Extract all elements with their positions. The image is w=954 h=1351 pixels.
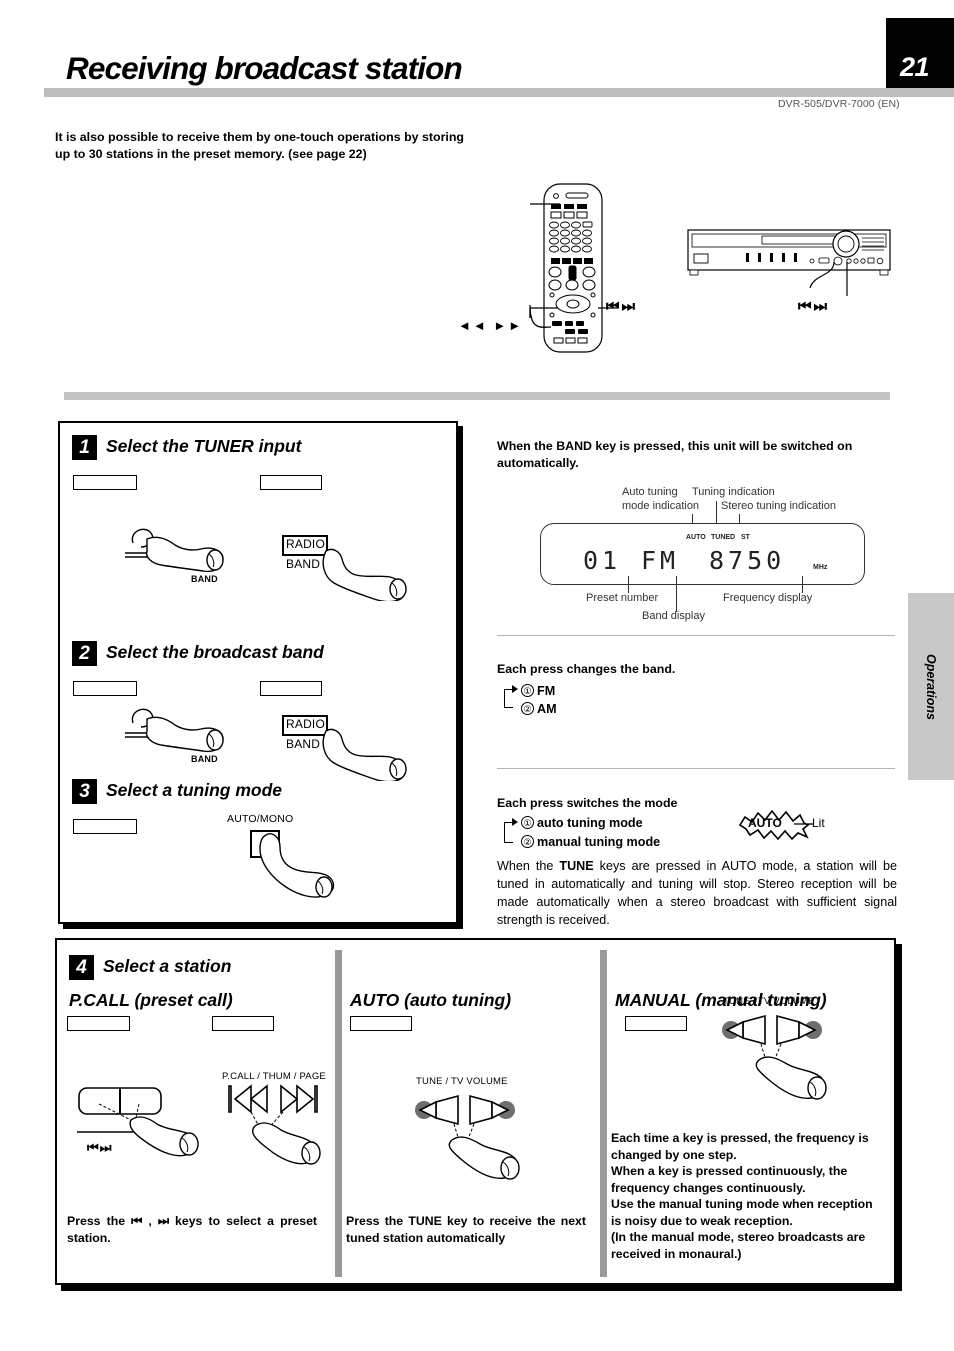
callout-frequency-display: Frequency display xyxy=(723,592,813,604)
intro-text: It is also possible to receive them by o… xyxy=(55,130,464,161)
unit-skip-arrows: ⏮⏭ xyxy=(798,298,830,315)
step-2-unit-key-art xyxy=(125,708,224,753)
display-band: FM xyxy=(641,546,680,575)
step-3-number: 3 xyxy=(72,779,97,804)
step-1-left-label xyxy=(73,475,137,490)
step-2-right-label xyxy=(260,681,322,696)
step-2-remote-hand-art xyxy=(322,728,407,781)
band-cycle-title: Each press changes the band. xyxy=(497,662,676,676)
step-3-remote-key-label: AUTO/MONO xyxy=(227,813,294,825)
step-3-heading: Select a tuning mode xyxy=(106,780,282,800)
band-cycle-item-1: ① FM xyxy=(521,684,555,698)
step-4-col1-label-right xyxy=(212,1016,274,1031)
divider-mode-section xyxy=(497,768,895,769)
page-number: 21 xyxy=(900,52,930,82)
band-cycle-num-1: ① xyxy=(521,684,534,697)
band-note: When the BAND key is pressed, this unit … xyxy=(497,439,853,470)
step-3-left-label xyxy=(73,819,137,834)
mode-cycle-label-1: auto tuning mode xyxy=(537,816,643,830)
step-4-col2-description: Press the TUNE key to receive the next t… xyxy=(346,1214,586,1245)
step-4-col2-label-left xyxy=(350,1016,412,1031)
step-2-heading: Select the broadcast band xyxy=(106,642,324,662)
callout-preset-number: Preset number xyxy=(586,592,659,604)
auto-indicator-state: Lit xyxy=(812,816,825,830)
step-1-unit-key-label: BAND xyxy=(191,574,218,584)
band-cycle-num-2: ② xyxy=(521,702,534,715)
front-panel-display: AUTO TUNED ST 01 FM 8750 MHz xyxy=(540,523,865,585)
step-4-col1-description: Press the ⏮ , ⏭ keys to select a preset … xyxy=(67,1214,317,1245)
mode-cycle-item-2: ② manual tuning mode xyxy=(521,835,660,849)
mode-cycle-label-2: manual tuning mode xyxy=(537,835,661,849)
mode-paragraph-pre: When the xyxy=(497,859,560,873)
step-1-number: 1 xyxy=(72,435,97,460)
callout-auto-tuning-line2: mode indication xyxy=(622,500,700,512)
step-3-hand-art xyxy=(259,833,335,898)
step-2-number: 2 xyxy=(72,641,97,666)
band-cycle-item-2: ② AM xyxy=(521,702,557,716)
step-4-col1-remote-key-label: P.CALL / THUM / PAGE xyxy=(222,1071,326,1082)
step-2-remote-key-label-band: BAND xyxy=(286,737,321,751)
remote-curve-leader xyxy=(529,305,552,328)
step-4-heading: Select a station xyxy=(103,956,232,976)
column-divider-2 xyxy=(600,950,607,1277)
manual-page: 21 Receiving broadcast station DVR-505/D… xyxy=(0,0,954,1351)
step-4-col3-description: Each time a key is pressed, the frequenc… xyxy=(611,1131,873,1261)
leader-band xyxy=(676,576,677,612)
step-1-heading: Select the TUNER input xyxy=(106,436,302,456)
remote-leader-lines xyxy=(529,203,560,318)
step-1-right-label xyxy=(260,475,322,490)
display-preset-number: 01 xyxy=(583,546,622,575)
callout-tuning-indication: Tuning indication xyxy=(692,486,775,498)
mode-cycle-num-2: ② xyxy=(521,835,534,848)
page-title: Receiving broadcast station xyxy=(66,50,463,86)
divider-band-section xyxy=(497,635,895,636)
step-4-col3-tune-key-art xyxy=(722,1014,827,1100)
section-divider xyxy=(64,392,890,400)
step-4-col1-unit-keys: ⏮⏭ xyxy=(87,1140,113,1155)
step-4-col3-remote-key-label: TUNE / TV VOLUME xyxy=(723,996,815,1007)
mode-cycle-title: Each press switches the mode xyxy=(497,796,678,810)
auto-indicator-label: AUTO xyxy=(748,816,782,830)
callout-stereo-tuning-indication: Stereo tuning indication xyxy=(721,500,836,512)
mode-cycle-item-1: ① auto tuning mode xyxy=(521,816,643,830)
mode-cycle-arrow xyxy=(512,818,518,826)
band-cycle-arrow xyxy=(512,685,518,693)
mode-paragraph: When the TUNE keys are pressed in AUTO m… xyxy=(497,857,897,929)
model-code: DVR-505/DVR-7000 (EN) xyxy=(778,98,900,110)
band-cycle-label-1: FM xyxy=(537,684,556,698)
step-4-col1-remote-key-art xyxy=(228,1084,321,1165)
step-4-col2-title: AUTO (auto tuning) xyxy=(350,990,512,1010)
mode-cycle-num-1: ① xyxy=(521,816,534,829)
mode-paragraph-bold: TUNE xyxy=(559,859,594,873)
step-2-unit-key-label: BAND xyxy=(191,754,218,764)
display-indicator-stereo: ST xyxy=(741,534,750,541)
step-2-left-label xyxy=(73,681,137,696)
callout-auto-tuning-line1: Auto tuning xyxy=(622,486,678,498)
remote-fast-arrows: ◄◄ ►► xyxy=(458,318,524,333)
callout-band-display: Band display xyxy=(642,610,705,622)
band-cycle-label-2: AM xyxy=(537,702,557,716)
step-4-col1-label-left xyxy=(67,1016,130,1031)
step-4-col1-title: P.CALL (preset call) xyxy=(69,990,233,1010)
display-frequency: 8750 xyxy=(709,546,786,575)
display-frequency-unit: MHz xyxy=(813,564,828,571)
step-4-col1-unit-key-art xyxy=(77,1087,199,1157)
step-4-col3-label-left xyxy=(625,1016,687,1031)
step-4-panel: 4 Select a station P.CALL (preset call) … xyxy=(55,938,896,1285)
steps-panel: 1 Select the TUNER input BAND RADIO BAND… xyxy=(58,421,458,924)
remote-skip-arrows: ⏮⏭ xyxy=(606,298,638,315)
step-1-remote-hand-art xyxy=(322,548,407,601)
step-1-unit-key-art xyxy=(125,528,224,573)
step-1-remote-key-label-band: BAND xyxy=(286,557,321,571)
title-divider xyxy=(44,88,954,97)
section-tab-label: Operations xyxy=(924,653,938,720)
step-4-col2-tune-key-art xyxy=(415,1094,520,1180)
display-indicator-tuned: TUNED xyxy=(711,534,736,541)
section-tab: Operations xyxy=(908,593,954,780)
step-4-number: 4 xyxy=(69,955,94,980)
step-4-col2-remote-key-label: TUNE / TV VOLUME xyxy=(416,1076,508,1087)
display-indicator-auto: AUTO xyxy=(686,534,706,541)
